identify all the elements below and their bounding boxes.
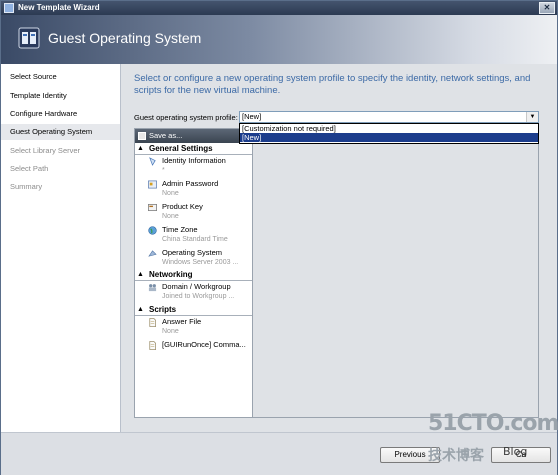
setting-value: None — [162, 328, 179, 335]
identity-icon — [149, 157, 156, 166]
setting-identity-information[interactable]: Identity Information * — [135, 155, 252, 177]
step-template-identity[interactable]: Template Identity — [1, 88, 120, 104]
setting-value: Joined to Workgroup ... — [162, 293, 235, 300]
product-key-icon — [148, 203, 157, 212]
intro-text: Select or configure a new operating syst… — [134, 73, 531, 96]
watermark-chinese-text: 技术博客 — [428, 448, 484, 464]
profile-dropdown-list: [Customization not required] [New] — [239, 123, 539, 144]
step-summary: Summary — [10, 182, 43, 191]
command-icon — [149, 341, 156, 350]
save-as-label: Save as... — [149, 131, 183, 140]
setting-name: [GUIRunOnce] Comma... — [162, 340, 246, 349]
os-icon — [148, 250, 157, 257]
step-select-source[interactable]: Select Source — [1, 69, 120, 85]
window-title: New Template Wizard — [18, 3, 100, 12]
setting-operating-system[interactable]: Operating System Windows Server 2003 ... — [135, 247, 252, 269]
page-title: Guest Operating System — [48, 30, 202, 46]
collapse-icon[interactable]: ▲ — [137, 143, 144, 154]
setting-name: Time Zone — [162, 225, 198, 234]
watermark: 51CTO.com 技术博客 Blog — [428, 411, 558, 467]
group-title: Scripts — [149, 305, 177, 314]
wizard-window: New Template Wizard ✕ Guest Operating Sy… — [0, 0, 558, 475]
profile-label: Guest operating system profile: — [134, 113, 238, 122]
group-title: General Settings — [149, 144, 213, 153]
profile-select-value: [New] — [242, 112, 262, 121]
title-bar: New Template Wizard ✕ — [1, 1, 557, 15]
step-configure-hardware[interactable]: Configure Hardware — [1, 106, 120, 122]
wizard-steps: Select Source Template Identity Configur… — [1, 64, 121, 432]
profile-option-customization-not-required[interactable]: [Customization not required] — [240, 124, 538, 133]
setting-value: * — [162, 167, 165, 174]
details-pane — [253, 128, 539, 418]
collapse-icon[interactable]: ▲ — [137, 304, 144, 315]
setting-time-zone[interactable]: Time Zone China Standard Time — [135, 224, 252, 246]
setting-value: None — [162, 213, 179, 220]
setting-value: None — [162, 190, 179, 197]
setting-value: China Standard Time — [162, 236, 228, 243]
group-general-settings[interactable]: ▲ General Settings — [135, 143, 252, 155]
file-icon — [149, 318, 156, 327]
setting-name: Identity Information — [162, 156, 226, 165]
setting-answer-file[interactable]: Answer File None — [135, 316, 252, 338]
close-button[interactable]: ✕ — [539, 2, 555, 14]
group-scripts[interactable]: ▲ Scripts — [135, 304, 252, 316]
step-select-path: Select Path — [10, 164, 49, 173]
setting-value: Windows Server 2003 ... — [162, 259, 239, 266]
globe-icon — [148, 226, 157, 235]
setting-name: Answer File — [162, 317, 202, 326]
save-as-button[interactable]: Save as... — [135, 129, 252, 143]
group-title: Networking — [149, 270, 193, 279]
group-networking[interactable]: ▲ Networking — [135, 269, 252, 281]
collapse-icon[interactable]: ▲ — [137, 269, 144, 280]
setting-admin-password[interactable]: Admin Password None — [135, 178, 252, 200]
step-guest-operating-system[interactable]: Guest Operating System — [1, 124, 120, 140]
main-panel: Select or configure a new operating syst… — [121, 64, 557, 432]
setting-domain-workgroup[interactable]: Domain / Workgroup Joined to Workgroup .… — [135, 281, 252, 303]
page-header: Guest Operating System — [1, 15, 557, 64]
app-icon — [4, 3, 14, 13]
watermark-blog-text: Blog — [503, 445, 528, 458]
password-icon — [148, 180, 157, 189]
guest-os-icon — [18, 27, 40, 49]
setting-name: Operating System — [162, 248, 223, 257]
setting-product-key[interactable]: Product Key None — [135, 201, 252, 223]
profile-option-new[interactable]: [New] — [240, 133, 538, 142]
setting-guirunonce-commands[interactable]: [GUIRunOnce] Comma... — [135, 339, 252, 361]
setting-name: Product Key — [162, 202, 203, 211]
save-icon — [138, 132, 146, 140]
step-select-library-server: Select Library Server — [10, 146, 81, 155]
settings-list: Save as... ▲ General Settings Identity I… — [134, 128, 253, 418]
users-icon — [148, 284, 157, 292]
profile-select[interactable]: [New] ▼ — [239, 111, 539, 123]
chevron-down-icon[interactable]: ▼ — [526, 112, 538, 122]
setting-name: Admin Password — [162, 179, 219, 188]
watermark-logo-text: 51CTO.com — [428, 411, 558, 436]
setting-name: Domain / Workgroup — [162, 282, 231, 291]
